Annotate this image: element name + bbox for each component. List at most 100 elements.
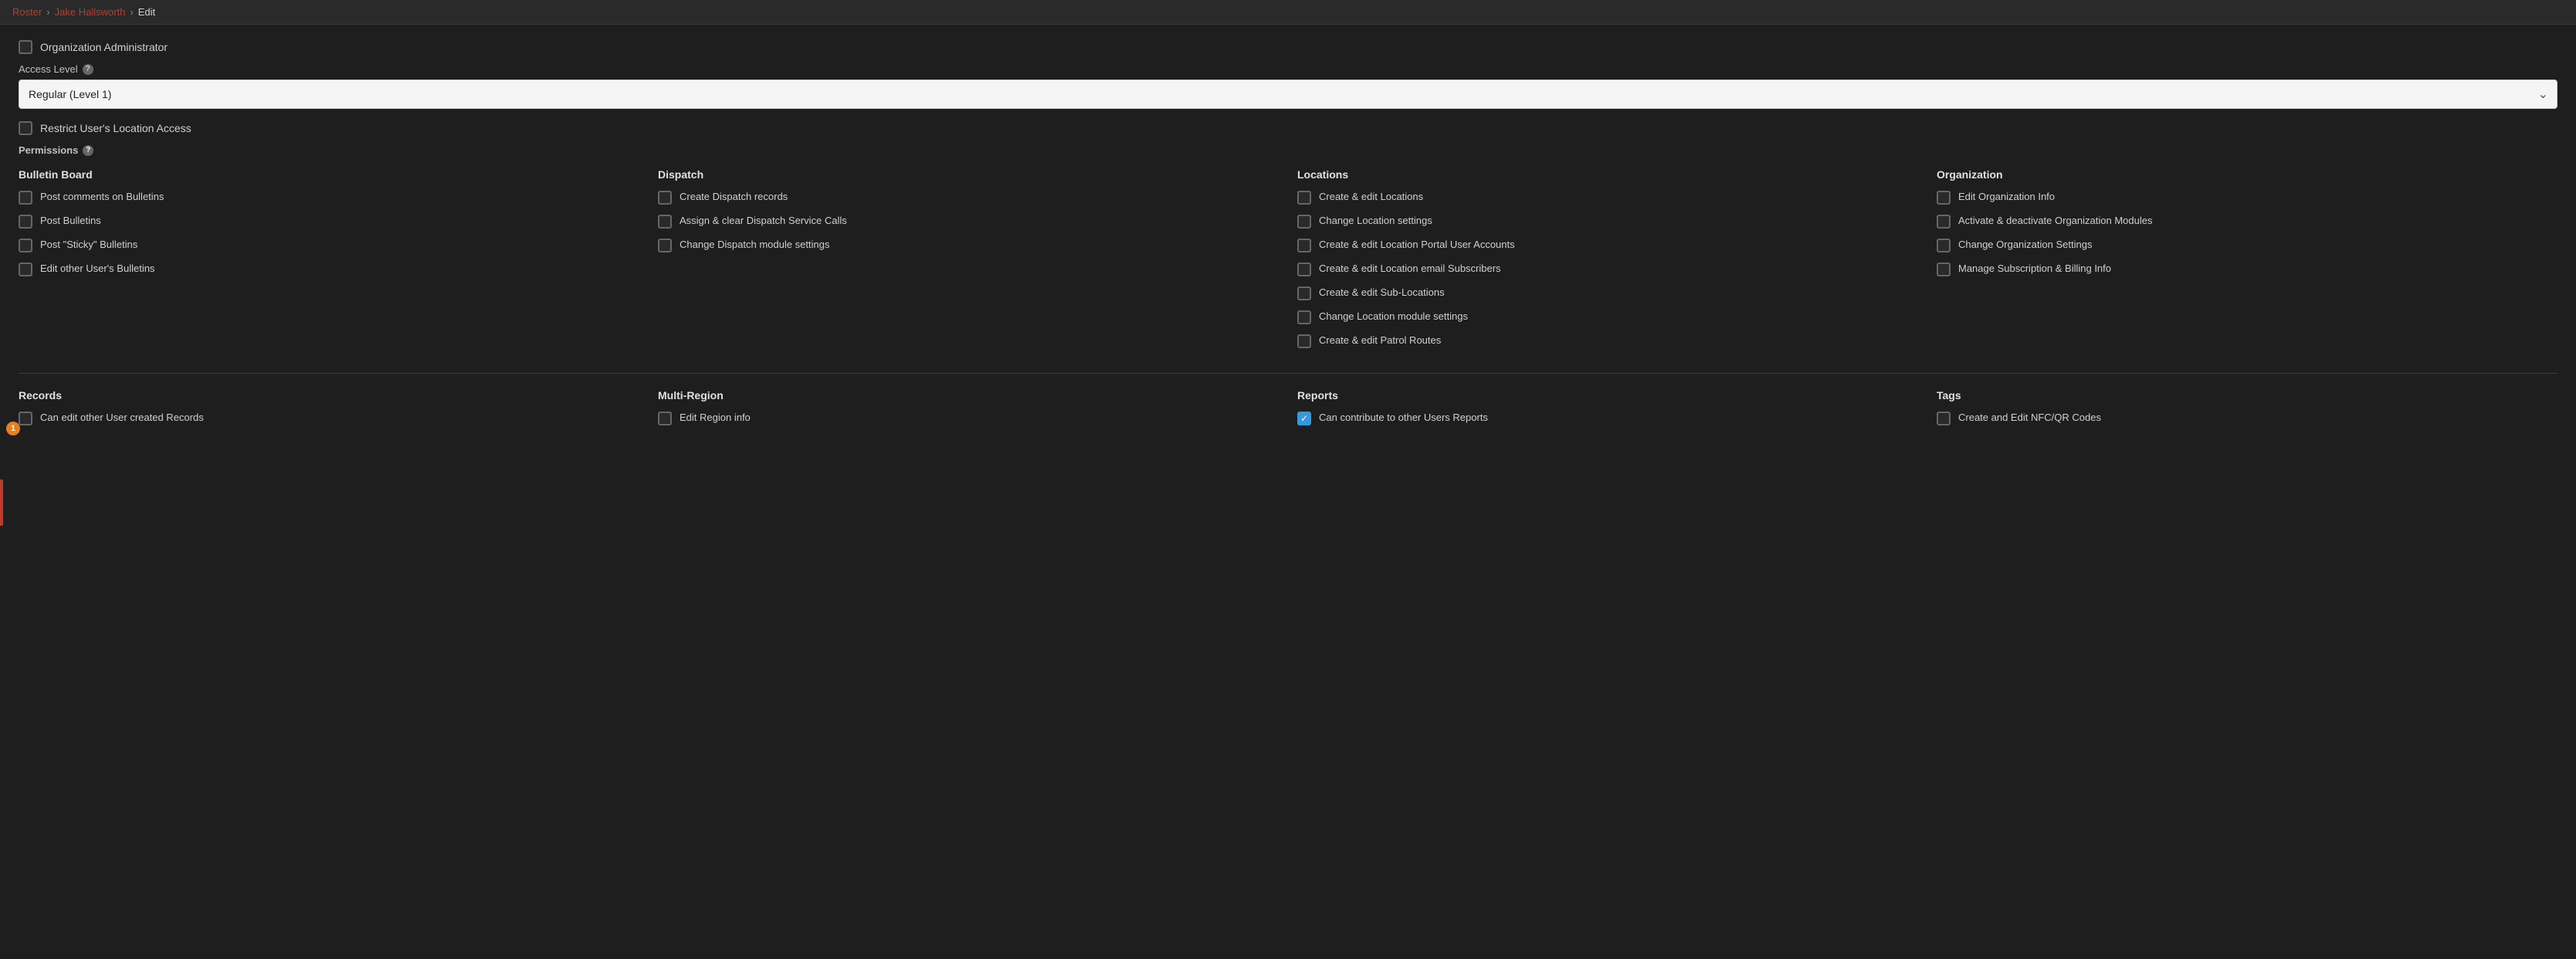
permissions-help-icon[interactable]: ? <box>83 145 93 156</box>
breadcrumb-user[interactable]: Jake Hallsworth <box>55 6 126 18</box>
perm-item-label: Change Organization Settings <box>1958 238 2092 252</box>
perm-item: Edit Region info <box>658 411 1279 425</box>
perm-item: Create Dispatch records <box>658 190 1279 205</box>
perm-checkbox[interactable] <box>1297 286 1311 300</box>
perm-checkbox[interactable] <box>1937 239 1951 252</box>
permissions-title: Permissions <box>19 144 78 156</box>
perm-item-label: Change Location settings <box>1319 214 1432 228</box>
access-level-help-icon[interactable]: ? <box>83 64 93 75</box>
perm-item-label: Create & edit Location Portal User Accou… <box>1319 238 1515 252</box>
perm-item: Can contribute to other Users Reports <box>1297 411 1918 425</box>
perm-item: Edit Organization Info <box>1937 190 2557 205</box>
perm-item: Create & edit Locations <box>1297 190 1918 205</box>
access-level-text: Access Level <box>19 63 78 75</box>
perm-section-title: Reports <box>1297 389 1918 402</box>
perm-item: Create & edit Sub-Locations <box>1297 286 1918 300</box>
perm-section-title: Locations <box>1297 168 1918 181</box>
perm-checkbox[interactable] <box>1297 334 1311 348</box>
perm-section-title: Multi-Region <box>658 389 1279 402</box>
permissions-header: Permissions ? <box>19 144 2557 156</box>
perm-section-title: Organization <box>1937 168 2557 181</box>
perm-checkbox[interactable] <box>1297 191 1311 205</box>
perm-item: Assign & clear Dispatch Service Calls <box>658 214 1279 229</box>
perm-column-records: Records Can edit other User created Recor… <box>19 389 639 435</box>
perm-checkbox[interactable] <box>1937 191 1951 205</box>
perm-section-title: Bulletin Board <box>19 168 639 181</box>
section-divider <box>19 373 2557 374</box>
perm-item-label: Change Location module settings <box>1319 310 1468 324</box>
perm-item-label: Post comments on Bulletins <box>40 190 164 204</box>
perm-checkbox[interactable] <box>19 215 32 229</box>
access-level-select-wrapper: Regular (Level 1) Manager (Level 2) Admi… <box>19 80 2557 109</box>
breadcrumb-roster[interactable]: Roster <box>12 6 42 18</box>
perm-item-label: Create Dispatch records <box>680 190 788 204</box>
perm-item: Change Dispatch module settings <box>658 238 1279 252</box>
perm-item-label: Post "Sticky" Bulletins <box>40 238 137 252</box>
perm-checkbox[interactable] <box>1297 239 1311 252</box>
perm-item: Create and Edit NFC/QR Codes <box>1937 411 2557 425</box>
org-admin-row: Organization Administrator <box>19 40 2557 54</box>
perm-item: Change Location module settings <box>1297 310 1918 324</box>
perm-item-label: Edit Organization Info <box>1958 190 2055 204</box>
perm-item-label: Manage Subscription & Billing Info <box>1958 262 2111 276</box>
perm-checkbox[interactable] <box>1937 215 1951 229</box>
restrict-location-label: Restrict User's Location Access <box>40 122 192 134</box>
sidebar-indicator <box>0 480 3 526</box>
perm-checkbox[interactable] <box>658 215 672 229</box>
perm-checkbox[interactable] <box>19 239 32 252</box>
perm-column-reports: Reports Can contribute to other Users Rep… <box>1297 389 1918 435</box>
perm-item: Post "Sticky" Bulletins <box>19 238 639 252</box>
perm-checkbox[interactable] <box>1937 263 1951 276</box>
perm-item-label: Edit other User's Bulletins <box>40 262 154 276</box>
perm-item-label: Create & edit Patrol Routes <box>1319 334 1441 347</box>
perm-checkbox[interactable] <box>658 191 672 205</box>
perm-item: Activate & deactivate Organization Modul… <box>1937 214 2557 229</box>
top-bar: Roster › Jake Hallsworth › Edit <box>0 0 2576 25</box>
perm-checkbox[interactable] <box>19 191 32 205</box>
perm-item-label: Edit Region info <box>680 411 751 425</box>
perm-item-label: Create & edit Sub-Locations <box>1319 286 1445 300</box>
perm-item-label: Create & edit Locations <box>1319 190 1423 204</box>
perm-checkbox[interactable] <box>1297 412 1311 425</box>
perm-item: Create & edit Location email Subscribers <box>1297 262 1918 276</box>
perm-section-title: Dispatch <box>658 168 1279 181</box>
perm-checkbox[interactable] <box>658 412 672 425</box>
perm-item: Post Bulletins <box>19 214 639 229</box>
breadcrumb-edit: Edit <box>138 6 155 18</box>
perm-item: Change Location settings <box>1297 214 1918 229</box>
perm-item-label: Post Bulletins <box>40 214 101 228</box>
perm-item: Post comments on Bulletins <box>19 190 639 205</box>
perm-section-title: Tags <box>1937 389 2557 402</box>
perm-item-label: Activate & deactivate Organization Modul… <box>1958 214 2152 228</box>
perm-section-title: Records <box>19 389 639 402</box>
perm-item-label: Change Dispatch module settings <box>680 238 829 252</box>
perm-item-label: Create & edit Location email Subscribers <box>1319 262 1501 276</box>
perm-checkbox[interactable] <box>1937 412 1951 425</box>
access-level-section: Access Level ? Regular (Level 1) Manager… <box>19 63 2557 109</box>
perm-checkbox[interactable] <box>1297 215 1311 229</box>
bottom-permissions-grid: Records Can edit other User created Recor… <box>19 389 2557 435</box>
perm-checkbox[interactable] <box>1297 310 1311 324</box>
perm-checkbox[interactable] <box>19 412 32 425</box>
perm-item: Edit other User's Bulletins <box>19 262 639 276</box>
perm-checkbox[interactable] <box>658 239 672 252</box>
perm-item-label: Assign & clear Dispatch Service Calls <box>680 214 847 228</box>
perm-column-multi-region: Multi-Region Edit Region info <box>658 389 1279 435</box>
perm-checkbox[interactable] <box>1297 263 1311 276</box>
perm-column-dispatch: Dispatch Create Dispatch records Assign & … <box>658 168 1279 358</box>
perm-item: Change Organization Settings <box>1937 238 2557 252</box>
breadcrumb: Roster › Jake Hallsworth › Edit <box>12 6 2564 18</box>
breadcrumb-sep-1: › <box>46 6 49 18</box>
main-content: Organization Administrator Access Level … <box>0 25 2576 450</box>
perm-item-label: Can contribute to other Users Reports <box>1319 411 1488 425</box>
perm-column-locations: Locations Create & edit Locations Change L… <box>1297 168 1918 358</box>
breadcrumb-sep-2: › <box>130 6 133 18</box>
perm-column-organization: Organization Edit Organization Info Activa… <box>1937 168 2557 358</box>
perm-checkbox[interactable] <box>19 263 32 276</box>
access-level-select[interactable]: Regular (Level 1) Manager (Level 2) Admi… <box>19 80 2557 109</box>
perm-column-tags: Tags Create and Edit NFC/QR Codes <box>1937 389 2557 435</box>
org-admin-checkbox[interactable] <box>19 40 32 54</box>
restrict-location-checkbox[interactable] <box>19 121 32 135</box>
perm-item-label: Can edit other User created Records <box>40 411 204 425</box>
perm-item: Create & edit Location Portal User Accou… <box>1297 238 1918 252</box>
